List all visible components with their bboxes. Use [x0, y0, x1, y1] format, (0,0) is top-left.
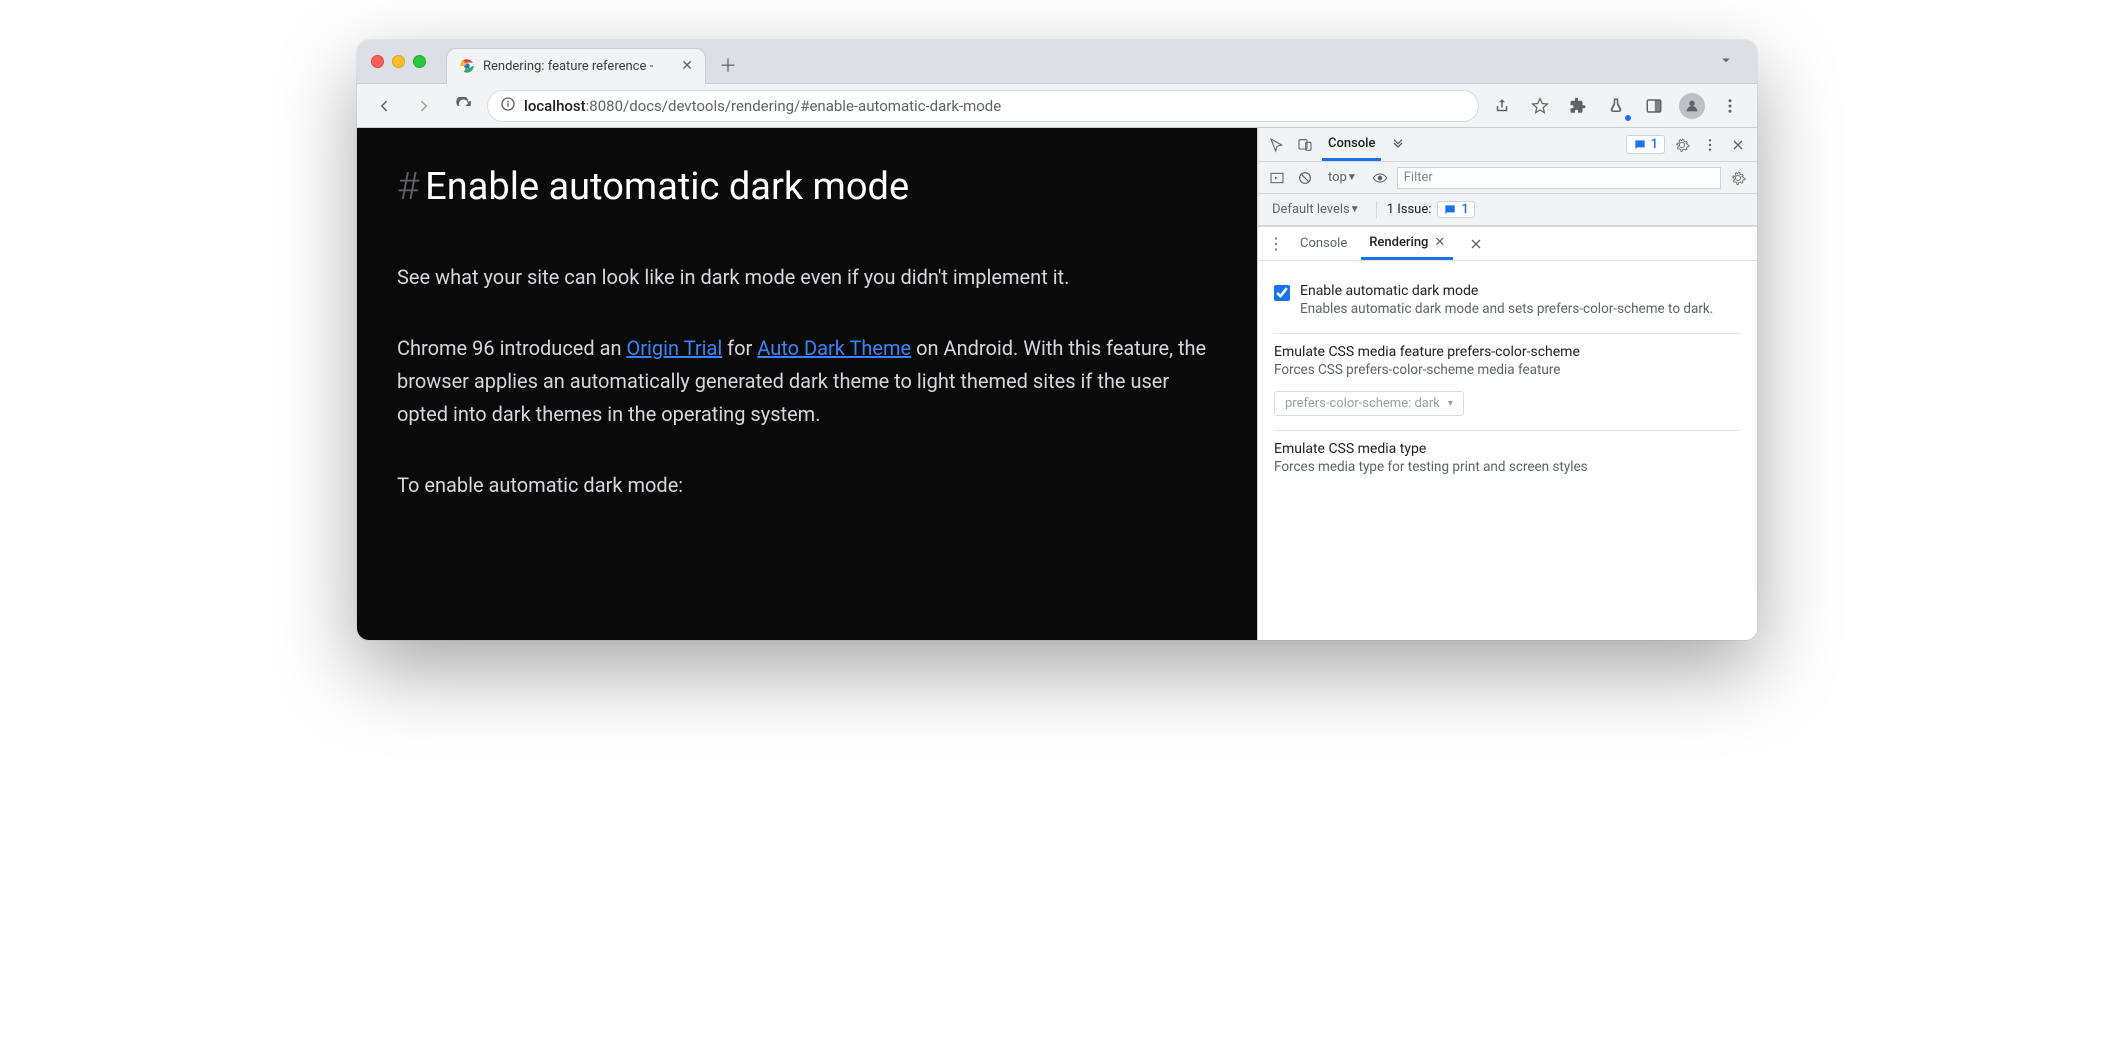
issues-inline-badge: 1	[1437, 201, 1474, 218]
new-tab-button[interactable]: ＋	[714, 51, 742, 79]
tab-strip: Rendering: feature reference - ✕ ＋	[357, 40, 1757, 84]
message-icon	[1443, 203, 1457, 217]
filter-placeholder: Filter	[1404, 170, 1433, 185]
setting-emulate-media-type: Emulate CSS media type Forces media type…	[1274, 431, 1741, 491]
console-toolbar: top ▼ Filter	[1258, 162, 1757, 194]
setting-desc: Enables automatic dark mode and sets pre…	[1300, 299, 1713, 319]
devtools-tab-console[interactable]: Console	[1322, 128, 1381, 161]
side-panel-button[interactable]	[1637, 89, 1671, 123]
url-path: /docs/devtools/rendering/#enable-automat…	[623, 97, 1001, 115]
origin-trial-link[interactable]: Origin Trial	[627, 336, 723, 360]
setting-title: Enable automatic dark mode	[1300, 283, 1713, 299]
log-levels-dropdown[interactable]: Default levels ▼	[1266, 194, 1366, 225]
anchor-hash[interactable]: #	[397, 165, 419, 209]
issues-text: 1 Issue:	[1387, 202, 1432, 217]
text-fragment: Chrome 96 introduced an	[397, 336, 627, 360]
drawer-close-button[interactable]	[1465, 236, 1487, 252]
nav-toolbar: localhost:8080/docs/devtools/rendering/#…	[357, 84, 1757, 128]
issues-badge[interactable]: 1	[1626, 135, 1665, 154]
devtools-drawer: ⋮ Console Rendering ✕ Enable automatic d…	[1258, 226, 1757, 640]
more-tabs-button[interactable]	[1387, 137, 1409, 153]
drawer-tab-console[interactable]: Console	[1292, 227, 1355, 260]
page-title: Enable automatic dark mode	[425, 165, 909, 209]
page-paragraph-2: Chrome 96 introduced an Origin Trial for…	[397, 332, 1217, 431]
levels-label: Default levels	[1272, 202, 1350, 217]
message-icon	[1633, 138, 1647, 152]
auto-dark-theme-link[interactable]: Auto Dark Theme	[757, 336, 911, 360]
page-paragraph-3: To enable automatic dark mode:	[397, 469, 1217, 502]
console-settings-button[interactable]	[1727, 170, 1749, 186]
profile-button[interactable]	[1675, 89, 1709, 123]
issues-inline-count: 1	[1461, 202, 1468, 217]
setting-desc: Forces CSS prefers-color-scheme media fe…	[1274, 360, 1741, 380]
setting-enable-dark-mode: Enable automatic dark mode Enables autom…	[1274, 273, 1741, 334]
rendering-panel: Enable automatic dark mode Enables autom…	[1258, 261, 1757, 503]
content-area: #Enable automatic dark mode See what you…	[357, 128, 1757, 640]
tab-title: Rendering: feature reference -	[483, 59, 673, 74]
drawer-tabbar: ⋮ Console Rendering ✕	[1258, 227, 1757, 261]
window-close-button[interactable]	[371, 55, 384, 68]
select-value: prefers-color-scheme: dark	[1285, 396, 1440, 411]
bookmark-button[interactable]	[1523, 89, 1557, 123]
browser-window: Rendering: feature reference - ✕ ＋ local…	[357, 40, 1757, 640]
issues-link[interactable]: 1 Issue: 1	[1387, 201, 1475, 218]
tabs-dropdown-button[interactable]	[1717, 51, 1745, 73]
window-controls	[371, 55, 426, 68]
browser-tab[interactable]: Rendering: feature reference - ✕	[446, 48, 706, 84]
enable-dark-mode-checkbox[interactable]	[1274, 285, 1290, 301]
setting-desc: Forces media type for testing print and …	[1274, 457, 1741, 477]
forward-button[interactable]	[407, 89, 441, 123]
live-expression-button[interactable]	[1369, 170, 1391, 186]
chrome-menu-button[interactable]	[1713, 89, 1747, 123]
url-host: localhost	[524, 97, 586, 115]
avatar-icon	[1679, 93, 1705, 119]
issues-count: 1	[1651, 137, 1658, 152]
devtools-close-button[interactable]	[1727, 137, 1749, 153]
devtools-tabbar: Console 1	[1258, 128, 1757, 162]
page-heading: #Enable automatic dark mode	[397, 156, 1217, 219]
context-selector[interactable]: top ▼	[1322, 162, 1363, 193]
devtools-settings-button[interactable]	[1671, 137, 1693, 153]
tab-close-button[interactable]: ✕	[681, 58, 693, 74]
clear-console-button[interactable]	[1294, 170, 1316, 186]
device-toolbar-button[interactable]	[1294, 137, 1316, 153]
page-paragraph-1: See what your site can look like in dark…	[397, 261, 1217, 294]
setting-title: Emulate CSS media type	[1274, 441, 1741, 457]
drawer-tab-rendering[interactable]: Rendering ✕	[1361, 227, 1453, 260]
url-port: :8080	[586, 97, 623, 115]
extensions-button[interactable]	[1561, 89, 1595, 123]
labs-button[interactable]	[1599, 89, 1633, 123]
page-body: #Enable automatic dark mode See what you…	[357, 128, 1257, 640]
console-filter-input[interactable]: Filter	[1397, 167, 1721, 189]
chevron-down-icon: ▾	[1448, 398, 1453, 409]
console-sidebar-toggle[interactable]	[1266, 170, 1288, 186]
share-button[interactable]	[1485, 89, 1519, 123]
drawer-tab-rendering-label: Rendering	[1369, 235, 1428, 250]
setting-title: Emulate CSS media feature prefers-color-…	[1274, 344, 1741, 360]
url-text: localhost:8080/docs/devtools/rendering/#…	[524, 97, 1001, 115]
setting-emulate-color-scheme: Emulate CSS media feature prefers-color-…	[1274, 334, 1741, 430]
back-button[interactable]	[367, 89, 401, 123]
devtools-menu-button[interactable]	[1699, 137, 1721, 153]
console-levels-row: Default levels ▼ 1 Issue: 1	[1258, 194, 1757, 226]
window-zoom-button[interactable]	[413, 55, 426, 68]
prefers-color-scheme-select[interactable]: prefers-color-scheme: dark ▾	[1274, 391, 1464, 416]
drawer-tab-close-button[interactable]: ✕	[1434, 235, 1445, 250]
devtools-panel: Console 1 top ▼ Filter	[1257, 128, 1757, 640]
chrome-favicon	[459, 58, 475, 74]
drawer-menu-button[interactable]: ⋮	[1266, 234, 1286, 253]
inspect-element-button[interactable]	[1266, 137, 1288, 153]
window-minimize-button[interactable]	[392, 55, 405, 68]
site-info-icon[interactable]	[500, 96, 516, 116]
reload-button[interactable]	[447, 89, 481, 123]
context-label: top	[1328, 170, 1347, 185]
address-bar[interactable]: localhost:8080/docs/devtools/rendering/#…	[487, 90, 1479, 122]
text-fragment: for	[722, 336, 757, 360]
